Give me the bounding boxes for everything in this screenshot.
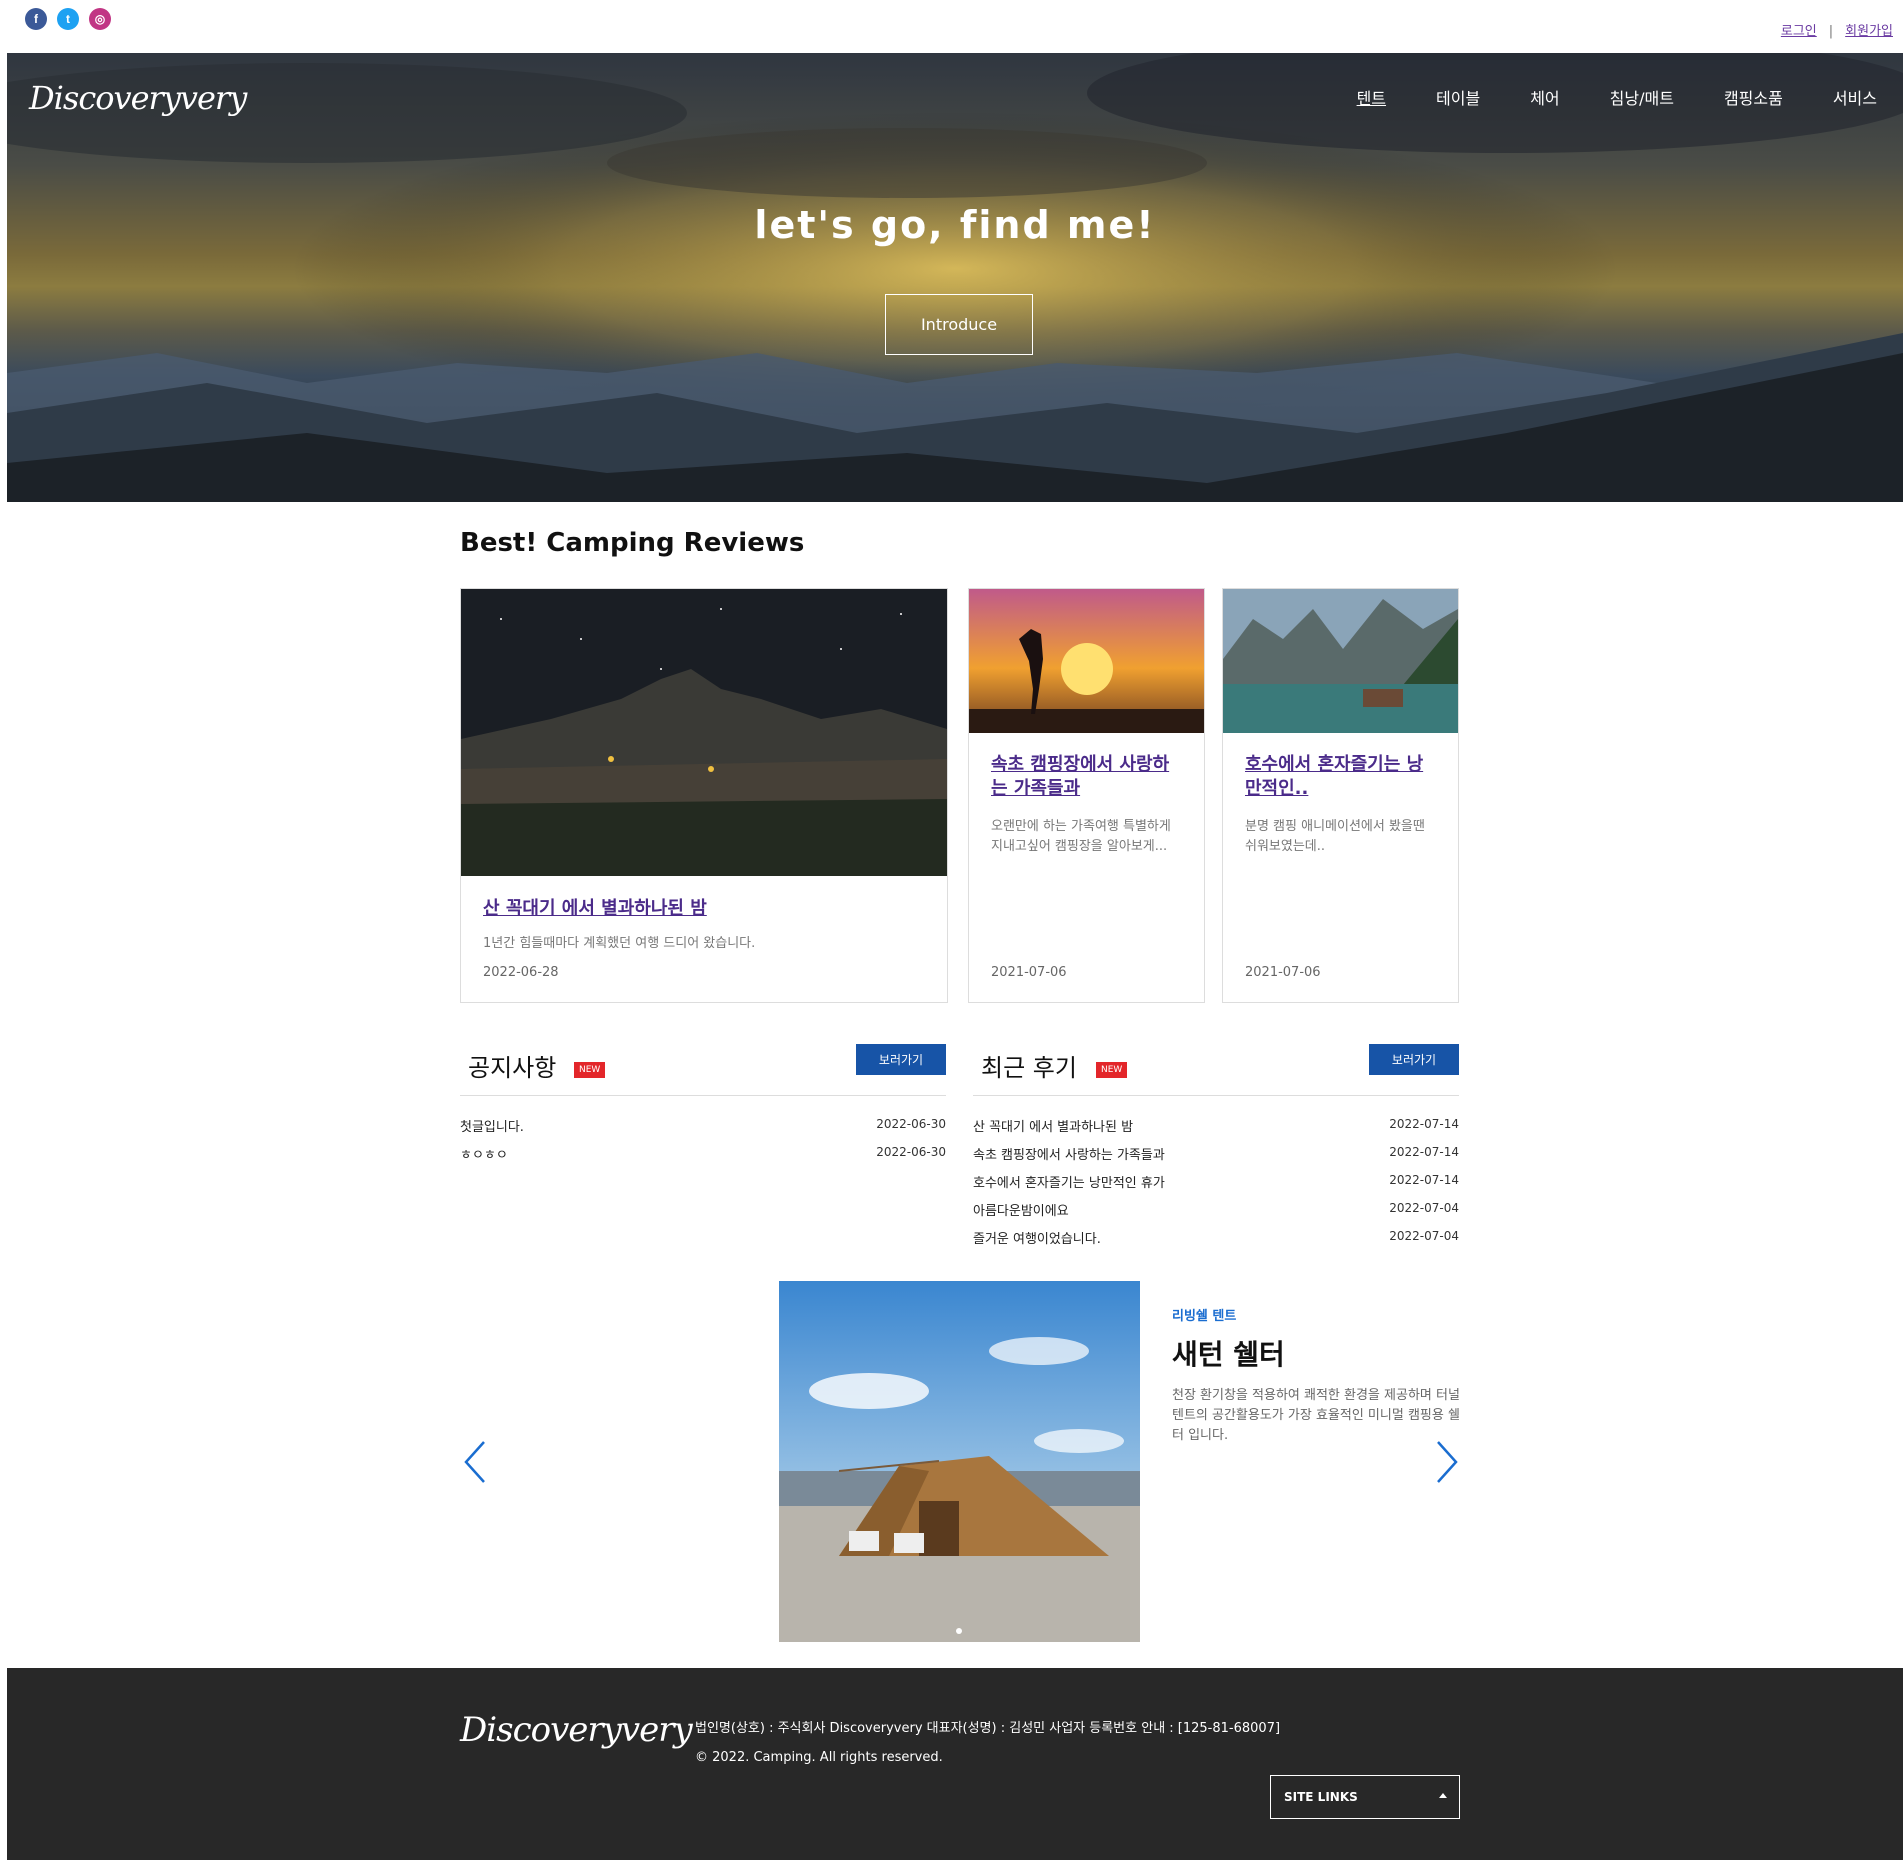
nav-item-tent[interactable]: 텐트 [1357,85,1386,109]
hero-landscape-image [7,53,1903,502]
review-card-large[interactable]: 산 꼭대기 에서 별과하나된 밤 1년간 힘들때마다 계획했던 여행 드디어 왔… [460,588,948,1003]
recent-row-date: 2022-07-04 [1389,1229,1459,1243]
top-bar: f t ◎ 로그인 | 회원가입 [0,0,1903,52]
review-card-desc: 분명 캠핑 애니메이션에서 봤을땐 쉬워보였는데.. [1245,819,1425,854]
copyright: © 2022. Camping. All rights reserved. [695,1750,943,1765]
recent-row[interactable]: 아름다운밤이에요 2022-07-04 [973,1200,1459,1220]
recent-row-title[interactable]: 산 꼭대기 에서 별과하나된 밤 [973,1120,1133,1135]
recent-row[interactable]: 산 꼭대기 에서 별과하나된 밤 2022-07-14 [973,1116,1459,1136]
recent-title: 최근 후기 [981,1054,1077,1082]
notice-row-date: 2022-06-30 [876,1145,946,1159]
new-badge: NEW [574,1062,606,1078]
review-card-title[interactable]: 속초 캠핑장에서 사랑하는 가족들과 [991,753,1181,801]
recent-row-date: 2022-07-04 [1389,1201,1459,1215]
reviews-section-title: Best! Camping Reviews [460,528,805,558]
slider-next-arrow-icon[interactable] [1434,1440,1460,1484]
review-card-date: 2021-07-06 [991,965,1067,980]
sunset-person-image [969,589,1204,733]
nav-item-sleeping[interactable]: 침낭/매트 [1610,85,1674,109]
product-category: 리빙쉘 텐트 [1172,1309,1237,1324]
lake-mountain-image [1223,589,1458,733]
recent-row-date: 2022-07-14 [1389,1117,1459,1131]
recent-row[interactable]: 호수에서 혼자즐기는 낭만적인 휴가 2022-07-14 [973,1172,1459,1192]
review-card-desc: 1년간 힘들때마다 계획했던 여행 드디어 왔습니다. [483,936,756,951]
new-badge: NEW [1096,1062,1128,1078]
notice-row[interactable]: 첫글입니다. 2022-06-30 [460,1116,946,1136]
notice-title: 공지사항 [468,1054,557,1082]
caret-up-icon [1439,1793,1447,1798]
notice-row-title[interactable]: 첫글입니다. [460,1120,524,1135]
hero-title: let's go, find me! [754,203,1156,247]
site-links-label: SITE LINKS [1284,1790,1358,1804]
recent-row-title[interactable]: 아름다운밤이에요 [973,1204,1069,1219]
product-description: 천장 환기창을 적용하여 쾌적한 환경을 제공하며 터널 텐트의 공간활용도가 … [1172,1388,1460,1443]
site-links-select[interactable]: SITE LINKS [1270,1775,1460,1819]
notice-more-button[interactable]: 보러가기 [856,1044,946,1075]
introduce-button[interactable]: Introduce [885,294,1033,355]
recent-row[interactable]: 속초 캠핑장에서 사랑하는 가족들과 2022-07-14 [973,1144,1459,1164]
nav-item-chair[interactable]: 체어 [1530,85,1559,109]
instagram-icon[interactable]: ◎ [89,8,111,30]
nav-item-table[interactable]: 테이블 [1436,85,1480,109]
tent-product-image [779,1281,1140,1642]
auth-links: 로그인 | 회원가입 [1781,20,1893,39]
signup-link[interactable]: 회원가입 [1845,24,1893,39]
review-card-title[interactable]: 산 꼭대기 에서 별과하나된 밤 [483,897,923,921]
recent-row-date: 2022-07-14 [1389,1145,1459,1159]
notice-board: 공지사항 NEW 보러가기 첫글입니다. 2022-06-30 ㅎㅇㅎㅇ 202… [460,1044,946,1244]
footer-logo[interactable]: Discoveryvery [460,1710,693,1750]
review-card[interactable]: 호수에서 혼자즐기는 낭만적인.. 분명 캠핑 애니메이션에서 봤을땐 쉬워보였… [1222,588,1459,1003]
site-logo[interactable]: Discoveryvery [29,79,247,117]
notice-row[interactable]: ㅎㅇㅎㅇ 2022-06-30 [460,1144,946,1164]
login-link[interactable]: 로그인 [1781,24,1817,39]
auth-separator: | [1828,24,1834,39]
recent-row-title[interactable]: 속초 캠핑장에서 사랑하는 가족들과 [973,1148,1165,1163]
recent-row-date: 2022-07-14 [1389,1173,1459,1187]
main-nav: 텐트 테이블 체어 침낭/매트 캠핑소품 서비스 [1357,85,1877,109]
hero-banner: Discoveryvery 텐트 테이블 체어 침낭/매트 캠핑소품 서비스 l… [7,53,1903,502]
facebook-icon[interactable]: f [25,8,47,30]
review-card-date: 2021-07-06 [1245,965,1321,980]
slider-prev-arrow-icon[interactable] [462,1440,488,1484]
review-card-date: 2022-06-28 [483,965,559,980]
recent-more-button[interactable]: 보러가기 [1369,1044,1459,1075]
night-mountain-image [461,589,947,876]
product-title: 새턴 쉘터 [1172,1338,1285,1371]
nav-item-accessories[interactable]: 캠핑소품 [1724,85,1783,109]
review-card-desc: 오랜만에 하는 가족여행 특별하게 지내고싶어 캠핑장을 알아보게... [991,819,1171,854]
recent-reviews-board: 최근 후기 NEW 보러가기 산 꼭대기 에서 별과하나된 밤 2022-07-… [973,1044,1459,1247]
notice-row-date: 2022-06-30 [876,1117,946,1131]
recent-row-title[interactable]: 호수에서 혼자즐기는 낭만적인 휴가 [973,1176,1165,1191]
social-links: f t ◎ [25,8,111,30]
company-details: 법인명(상호) : 주식회사 Discoveryvery 대표자(성명) : 김… [695,1721,1281,1736]
twitter-icon[interactable]: t [57,8,79,30]
review-card-title[interactable]: 호수에서 혼자즐기는 낭만적인.. [1245,753,1435,801]
recent-header: 최근 후기 NEW 보러가기 [973,1044,1459,1096]
notice-row-title[interactable]: ㅎㅇㅎㅇ [460,1148,508,1163]
footer: Discoveryvery 법인명(상호) : 주식회사 Discoveryve… [7,1668,1903,1860]
review-card[interactable]: 속초 캠핑장에서 사랑하는 가족들과 오랜만에 하는 가족여행 특별하게 지내고… [968,588,1205,1003]
nav-item-service[interactable]: 서비스 [1833,85,1877,109]
notice-header: 공지사항 NEW 보러가기 [460,1044,946,1096]
company-info: 법인명(상호) : 주식회사 Discoveryvery 대표자(성명) : 김… [695,1714,1280,1772]
recent-row[interactable]: 즐거운 여행이었습니다. 2022-07-04 [973,1228,1459,1248]
recent-row-title[interactable]: 즐거운 여행이었습니다. [973,1232,1101,1247]
